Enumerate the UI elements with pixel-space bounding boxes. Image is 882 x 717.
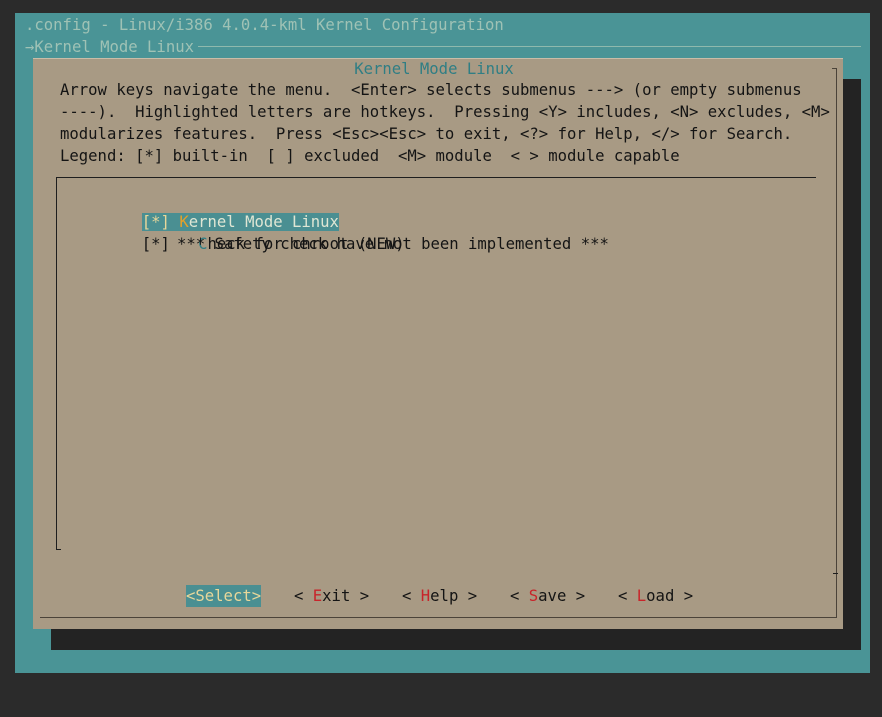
help-text-line-2: ----). Highlighted letters are hotkeys. …	[60, 103, 830, 121]
help-text-legend: Legend: [*] built-in [ ] excluded <M> mo…	[60, 147, 680, 165]
help-text-line-1: Arrow keys navigate the menu. <Enter> se…	[60, 81, 802, 99]
menu-comment-safety-check: *** Safety check have not been implement…	[177, 235, 609, 253]
select-button[interactable]: <Select>	[186, 585, 262, 607]
help-button[interactable]: < Help >	[402, 585, 477, 607]
dialog-border-bottom	[40, 617, 837, 618]
load-button[interactable]: < Load >	[618, 585, 693, 607]
save-button[interactable]: < Save >	[510, 585, 585, 607]
menu-box-border-top	[56, 177, 816, 178]
dialog-border-right	[836, 68, 837, 618]
breadcrumb: →Kernel Mode Linux	[25, 37, 861, 57]
dialog-title: Kernel Mode Linux	[354, 60, 514, 78]
menu-box-border-left	[56, 177, 57, 550]
button-bar: <Select> < Exit > < Help > < Save > < Lo…	[186, 585, 693, 607]
menu-item-state: [*]	[141, 235, 170, 253]
menu-item-check-for-chroot[interactable]: [*] Check for chroot (NEW)	[123, 211, 405, 253]
breadcrumb-text: →Kernel Mode Linux	[25, 37, 198, 57]
menu-box-corner	[56, 549, 61, 550]
menu-box-corner-right	[833, 573, 838, 574]
exit-button[interactable]: < Exit >	[294, 585, 369, 607]
menu-item-kernel-mode-linux[interactable]: [*] Kernel Mode Linux	[123, 189, 339, 231]
window-title: .config - Linux/i386 4.0.4-kml Kernel Co…	[25, 16, 504, 34]
help-text-line-3: modularizes features. Press <Esc><Esc> t…	[60, 125, 793, 143]
